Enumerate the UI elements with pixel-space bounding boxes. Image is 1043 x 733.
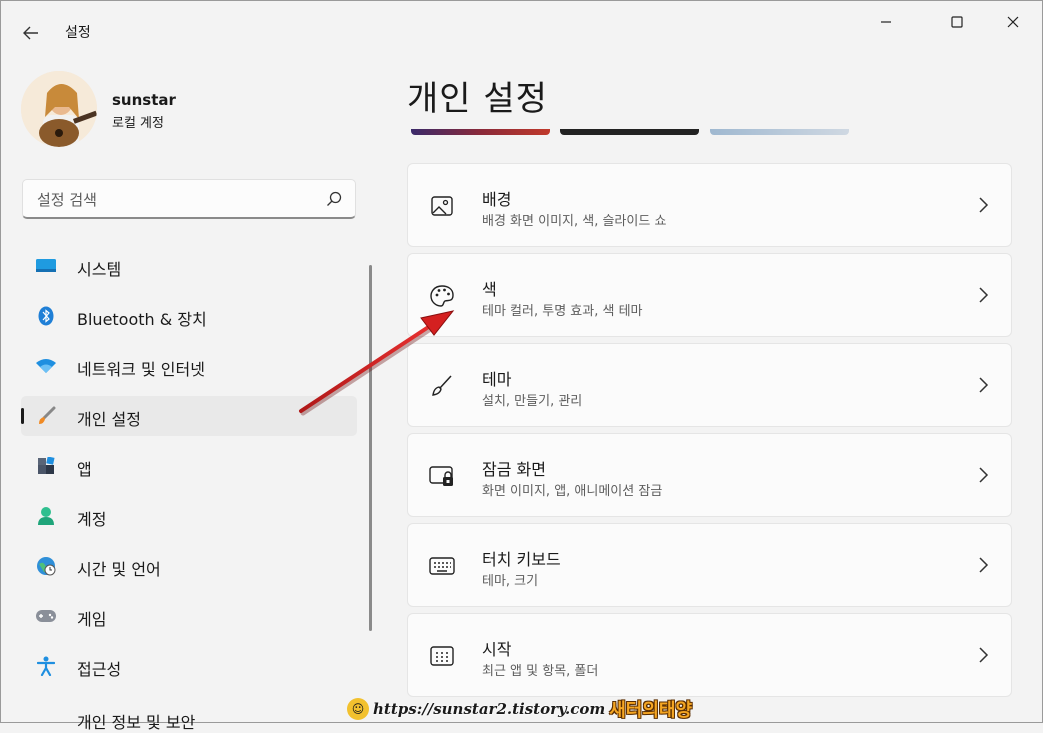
accessibility-icon bbox=[35, 656, 57, 676]
search-input[interactable] bbox=[35, 188, 319, 212]
image-icon bbox=[428, 192, 456, 220]
maximize-icon bbox=[951, 16, 963, 28]
card-themes[interactable]: 테마 설치, 만들기, 관리 bbox=[407, 343, 1012, 427]
chevron-right-icon bbox=[979, 197, 989, 213]
sidebar-item-system[interactable]: 시스템 bbox=[21, 246, 357, 286]
account-type: 로컬 계정 bbox=[112, 116, 164, 131]
settings-window: 설정 sunstar 로컬 계정 시스템 bbox=[0, 0, 1043, 732]
minimize-button[interactable] bbox=[863, 9, 909, 35]
card-start[interactable]: 시작 최근 앱 및 항목, 폴더 bbox=[407, 613, 1012, 697]
chevron-right-icon bbox=[979, 287, 989, 303]
sidebar-item-accounts[interactable]: 계정 bbox=[21, 496, 357, 536]
page-title: 개인 설정 bbox=[407, 79, 548, 119]
keyboard-icon bbox=[428, 552, 456, 580]
sidebar-item-label: Bluetooth & 장치 bbox=[77, 310, 207, 329]
card-title: 잠금 화면 bbox=[482, 460, 546, 479]
theme-thumbnail[interactable] bbox=[560, 129, 699, 135]
start-menu-icon bbox=[428, 642, 456, 670]
card-title: 테마 bbox=[482, 370, 512, 389]
minimize-icon bbox=[881, 21, 891, 23]
chevron-right-icon bbox=[979, 557, 989, 573]
avatar-photo-icon bbox=[21, 71, 97, 147]
card-subtitle: 최근 앱 및 항목, 폴더 bbox=[482, 664, 599, 679]
sidebar-scrollbar[interactable] bbox=[369, 265, 372, 631]
card-colors[interactable]: 색 테마 컬러, 투명 효과, 색 테마 bbox=[407, 253, 1012, 337]
card-touch-keyboard[interactable]: 터치 키보드 테마, 크기 bbox=[407, 523, 1012, 607]
card-title: 시작 bbox=[482, 640, 512, 659]
sidebar-item-time-language[interactable]: 시간 및 언어 bbox=[21, 546, 357, 586]
card-title: 배경 bbox=[482, 190, 512, 209]
wifi-icon bbox=[35, 356, 57, 376]
sidebar-item-bluetooth[interactable]: Bluetooth & 장치 bbox=[21, 296, 357, 336]
sidebar-item-label: 시스템 bbox=[77, 260, 122, 279]
chevron-right-icon bbox=[979, 467, 989, 483]
sidebar-item-gaming[interactable]: 게임 bbox=[21, 596, 357, 636]
card-subtitle: 테마, 크기 bbox=[482, 574, 539, 589]
card-lock-screen[interactable]: 잠금 화면 화면 이미지, 앱, 애니메이션 잠금 bbox=[407, 433, 1012, 517]
avatar[interactable] bbox=[21, 71, 97, 147]
chevron-right-icon bbox=[979, 377, 989, 393]
window-title: 설정 bbox=[65, 25, 91, 41]
user-name: sunstar bbox=[112, 91, 176, 109]
close-button[interactable] bbox=[990, 9, 1036, 35]
lock-screen-icon bbox=[428, 462, 456, 490]
close-icon bbox=[1007, 16, 1019, 28]
card-title: 색 bbox=[482, 280, 497, 299]
sidebar-item-label: 앱 bbox=[77, 460, 92, 479]
back-button[interactable] bbox=[15, 17, 47, 49]
sidebar-item-network[interactable]: 네트워크 및 인터넷 bbox=[21, 346, 357, 386]
chevron-right-icon bbox=[979, 647, 989, 663]
watermark-url: https://sunstar2.tistory.com bbox=[373, 700, 606, 718]
gamepad-icon bbox=[35, 606, 57, 626]
card-subtitle: 배경 화면 이미지, 색, 슬라이드 쇼 bbox=[482, 214, 667, 229]
account-icon bbox=[35, 506, 57, 526]
active-indicator bbox=[21, 408, 24, 424]
brush-icon bbox=[35, 406, 57, 426]
sidebar-item-label: 시간 및 언어 bbox=[77, 560, 161, 579]
card-title: 터치 키보드 bbox=[482, 550, 561, 569]
globe-clock-icon bbox=[35, 556, 57, 576]
sidebar-item-accessibility[interactable]: 접근성 bbox=[21, 646, 357, 686]
search-icon[interactable] bbox=[325, 190, 343, 208]
apps-icon bbox=[35, 456, 57, 476]
sidebar-nav: 시스템 Bluetooth & 장치 네트워크 및 인터넷 개인 설정 앱 계정… bbox=[21, 246, 357, 696]
system-display-icon bbox=[35, 256, 57, 276]
sidebar-item-apps[interactable]: 앱 bbox=[21, 446, 357, 486]
sidebar-item-label: 게임 bbox=[77, 610, 107, 629]
sidebar-item-label: 개인 설정 bbox=[77, 410, 141, 429]
back-arrow-icon bbox=[23, 26, 38, 40]
watermark: ☺ https://sunstar2.tistory.com 새터의태양 bbox=[347, 696, 692, 722]
sidebar-item-label: 계정 bbox=[77, 510, 107, 529]
maximize-button[interactable] bbox=[934, 9, 980, 35]
palette-icon bbox=[428, 282, 456, 310]
card-background[interactable]: 배경 배경 화면 이미지, 색, 슬라이드 쇼 bbox=[407, 163, 1012, 247]
card-subtitle: 설치, 만들기, 관리 bbox=[482, 394, 583, 409]
sidebar-item-label: 네트워크 및 인터넷 bbox=[77, 360, 205, 379]
theme-thumbnail[interactable] bbox=[710, 129, 849, 135]
title-bar: 설정 bbox=[1, 1, 1042, 61]
sidebar-item-privacy-partial[interactable]: 개인 정보 및 보안 bbox=[77, 709, 195, 733]
brush-icon bbox=[428, 372, 456, 400]
watermark-brand: 새터의태양 bbox=[609, 700, 693, 721]
sidebar-item-personalization[interactable]: 개인 설정 bbox=[21, 396, 357, 436]
sidebar-item-label: 접근성 bbox=[77, 660, 122, 679]
theme-thumbnail[interactable] bbox=[411, 129, 550, 135]
bluetooth-icon bbox=[35, 306, 57, 326]
emoji-face-icon: ☺ bbox=[347, 698, 369, 720]
card-subtitle: 화면 이미지, 앱, 애니메이션 잠금 bbox=[482, 484, 663, 499]
card-subtitle: 테마 컬러, 투명 효과, 색 테마 bbox=[482, 304, 643, 319]
search-box[interactable] bbox=[22, 179, 356, 219]
settings-card-list: 배경 배경 화면 이미지, 색, 슬라이드 쇼 색 테마 컬러, 투명 효과, … bbox=[407, 163, 1012, 703]
